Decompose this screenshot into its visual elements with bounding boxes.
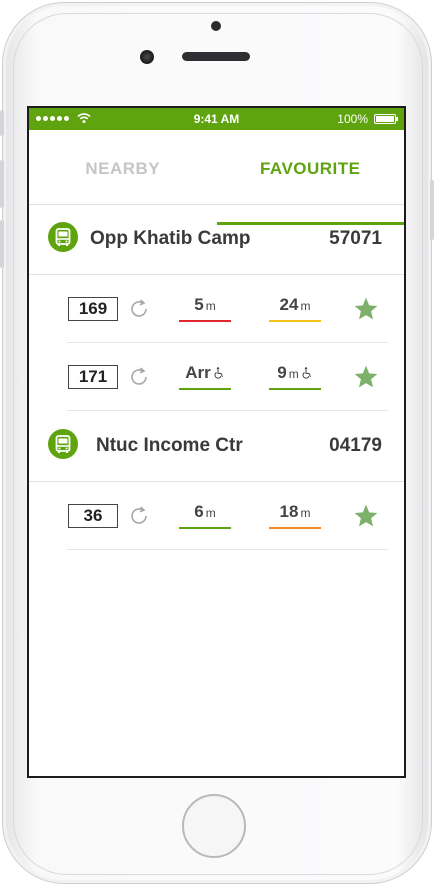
refresh-icon[interactable] <box>127 365 151 389</box>
service-row[interactable]: 36 6 m 18 m <box>29 482 404 550</box>
power-button <box>430 180 434 240</box>
battery-percent: 100% <box>337 112 368 126</box>
eta-value: 9 <box>277 363 287 382</box>
eta-value: 5 <box>194 295 204 314</box>
status-bar: 9:41 AM 100% <box>29 108 404 130</box>
service-number: 36 <box>68 504 118 528</box>
eta-subsequent: 9m <box>269 363 321 390</box>
service-row[interactable]: 171 Arr 9 m <box>29 343 404 411</box>
stop-name: Opp Khatib Camp <box>90 228 251 249</box>
eta-next: 6m <box>179 502 231 529</box>
eta-next: Arr <box>179 363 231 390</box>
row-divider <box>67 549 388 550</box>
load-indicator <box>179 527 231 529</box>
stop-code: 57071 <box>329 228 382 249</box>
bus-icon <box>48 429 78 459</box>
eta-value: Arr <box>185 363 211 382</box>
eta-value: 24 <box>279 295 299 314</box>
volume-up-button <box>0 160 4 208</box>
load-indicator <box>269 388 321 390</box>
stop-name: Ntuc Income Ctr <box>96 435 243 456</box>
top-sensor <box>211 21 221 31</box>
stop-header[interactable]: Ntuc Income Ctr 04179 <box>29 411 404 482</box>
star-icon[interactable] <box>353 296 379 322</box>
eta-unit: m <box>288 367 299 381</box>
volume-down-button <box>0 220 4 268</box>
tab-favourite[interactable]: FAVOURITE <box>217 130 405 204</box>
eta-next: 5m <box>179 295 231 322</box>
service-number: 169 <box>68 297 118 321</box>
eta-value: 18 <box>279 502 299 521</box>
eta-subsequent: 24 m <box>269 295 321 322</box>
eta-unit: m <box>205 506 216 520</box>
battery-icon <box>374 114 398 124</box>
eta-subsequent: 18 m <box>269 502 321 529</box>
eta-value: 6 <box>194 502 204 521</box>
mute-switch <box>0 110 4 136</box>
wheelchair-icon <box>214 367 223 379</box>
service-row[interactable]: 169 5 m 24 m <box>29 275 404 343</box>
load-indicator <box>269 527 321 529</box>
star-icon[interactable] <box>353 364 379 390</box>
load-indicator <box>179 388 231 390</box>
load-indicator <box>269 320 321 322</box>
refresh-icon[interactable] <box>127 504 151 528</box>
bus-icon <box>48 222 78 252</box>
earpiece-speaker <box>182 52 250 61</box>
refresh-icon[interactable] <box>127 297 151 321</box>
app-screen: 9:41 AM 100% NEARBY FAVOURITE Opp Khatib… <box>27 106 406 778</box>
eta-unit: m <box>300 506 311 520</box>
stop-code: 04179 <box>329 435 382 456</box>
tab-bar: NEARBY FAVOURITE <box>29 130 405 225</box>
wheelchair-icon <box>302 367 311 379</box>
load-indicator <box>179 320 231 322</box>
eta-unit: m <box>205 299 216 313</box>
front-camera <box>140 50 154 64</box>
stop-header[interactable]: Opp Khatib Camp 57071 <box>29 204 404 275</box>
tab-nearby[interactable]: NEARBY <box>29 130 217 204</box>
service-number: 171 <box>68 365 118 389</box>
home-button[interactable] <box>182 794 246 858</box>
star-icon[interactable] <box>353 503 379 529</box>
eta-unit: m <box>300 299 311 313</box>
